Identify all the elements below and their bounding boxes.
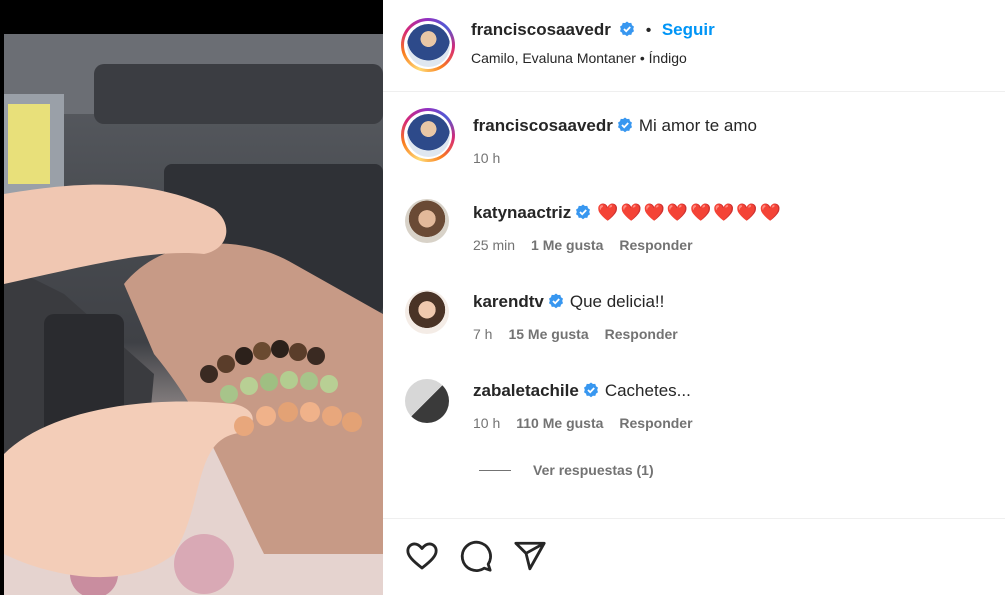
reply-button[interactable]: Responder (619, 237, 692, 253)
comment-text: Cachetes... (604, 381, 691, 400)
author-username[interactable]: franciscosaavedr (471, 20, 611, 39)
comment-text-line: karendtv Que delicia!! (473, 292, 664, 312)
comment-username[interactable]: karendtv (473, 292, 544, 311)
caption-username[interactable]: franciscosaavedr (473, 116, 613, 135)
author-line: franciscosaavedr • Seguir (471, 20, 715, 40)
audio-info[interactable]: Camilo, Evaluna Montaner • Índigo (471, 50, 687, 66)
reply-button[interactable]: Responder (605, 326, 678, 342)
heart-icon[interactable] (405, 539, 439, 573)
separator-dot: • (645, 22, 652, 39)
author-avatar[interactable] (401, 18, 455, 72)
view-replies-label: Ver respuestas (1) (533, 462, 654, 478)
comment-time[interactable]: 25 min (473, 237, 515, 253)
reply-button[interactable]: Responder (619, 415, 692, 431)
comment-time[interactable]: 7 h (473, 326, 492, 342)
follow-button[interactable]: Seguir (662, 20, 715, 39)
verified-badge-icon (548, 293, 563, 309)
caption-meta: 10 h (473, 150, 500, 166)
view-replies-button[interactable]: Ver respuestas (1) (479, 462, 654, 478)
verified-badge-icon (617, 117, 632, 133)
comment-icon[interactable] (459, 539, 493, 573)
post-details-panel: franciscosaavedr • Seguir Camilo, Evalun… (383, 0, 1005, 595)
comment-likes[interactable]: 15 Me gusta (508, 326, 588, 342)
verified-badge-icon (620, 21, 635, 37)
comment-time[interactable]: 10 h (473, 415, 500, 431)
comment-meta: 10 h 110 Me gusta Responder (473, 415, 693, 431)
comment-meta: 25 min 1 Me gusta Responder (473, 237, 693, 253)
comment-avatar[interactable] (405, 199, 449, 243)
post-header: franciscosaavedr • Seguir Camilo, Evalun… (383, 0, 1005, 92)
caption-avatar[interactable] (401, 108, 455, 162)
comment-text: Que delicia!! (569, 292, 665, 311)
comment-likes[interactable]: 1 Me gusta (531, 237, 603, 253)
photo-illustration (4, 34, 383, 595)
share-icon[interactable] (513, 539, 547, 573)
comment-avatar[interactable] (405, 379, 449, 423)
action-bar (383, 518, 1005, 595)
verified-badge-icon (576, 204, 591, 220)
comment-likes[interactable]: 110 Me gusta (516, 415, 603, 431)
comment-username[interactable]: katynaactriz (473, 203, 571, 222)
caption-time[interactable]: 10 h (473, 150, 500, 166)
comment-text-line: zabaletachile Cachetes... (473, 381, 691, 401)
comment-username[interactable]: zabaletachile (473, 381, 579, 400)
post-media[interactable] (0, 0, 383, 595)
comment-meta: 7 h 15 Me gusta Responder (473, 326, 678, 342)
comment-text: ❤️❤️❤️❤️❤️❤️❤️❤️ (597, 203, 783, 222)
caption-text: Mi amor te amo (638, 116, 757, 135)
verified-badge-icon (583, 382, 598, 398)
comment-text-line: katynaactriz ❤️❤️❤️❤️❤️❤️❤️❤️ (473, 203, 783, 223)
caption-text-line: franciscosaavedr Mi amor te amo (473, 116, 757, 136)
post-photo (4, 34, 383, 595)
replies-divider (479, 470, 511, 471)
comment-avatar[interactable] (405, 290, 449, 334)
